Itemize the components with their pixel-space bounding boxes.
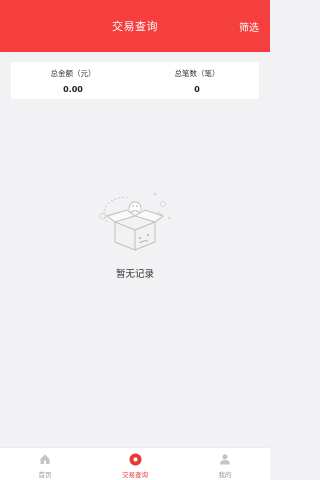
user-icon [218, 452, 232, 466]
record-dot-icon [128, 452, 142, 466]
total-count-value: 0 [194, 84, 200, 94]
empty-text: 暂无记录 [115, 269, 154, 280]
tab-profile[interactable]: 我的 [180, 448, 270, 480]
empty-state: 暂无记录 [0, 188, 270, 280]
total-amount-block: 总金额（元） 0.00 [11, 62, 135, 99]
tab-home-label: 首页 [38, 471, 52, 479]
total-count-block: 总笔数（笔） 0 [135, 62, 259, 99]
page-title: 交易查询 [112, 20, 158, 33]
summary-card: 总金额（元） 0.00 总笔数（笔） 0 [11, 62, 259, 99]
tab-transactions[interactable]: 交易查询 [90, 448, 180, 480]
tab-profile-label: 我的 [218, 471, 232, 479]
home-icon [38, 452, 52, 466]
tab-transactions-label: 交易查询 [122, 471, 148, 479]
total-amount-value: 0.00 [63, 84, 83, 94]
tab-home[interactable]: 首页 [0, 448, 90, 480]
filter-button[interactable]: 筛选 [239, 19, 259, 34]
total-amount-label: 总金额（元） [50, 68, 96, 78]
bottom-tabbar: 首页 交易查询 我的 [0, 447, 270, 480]
total-count-label: 总笔数（笔） [174, 68, 220, 78]
header-bar: 交易查询 筛选 [0, 0, 270, 52]
empty-box-icon [99, 192, 171, 251]
